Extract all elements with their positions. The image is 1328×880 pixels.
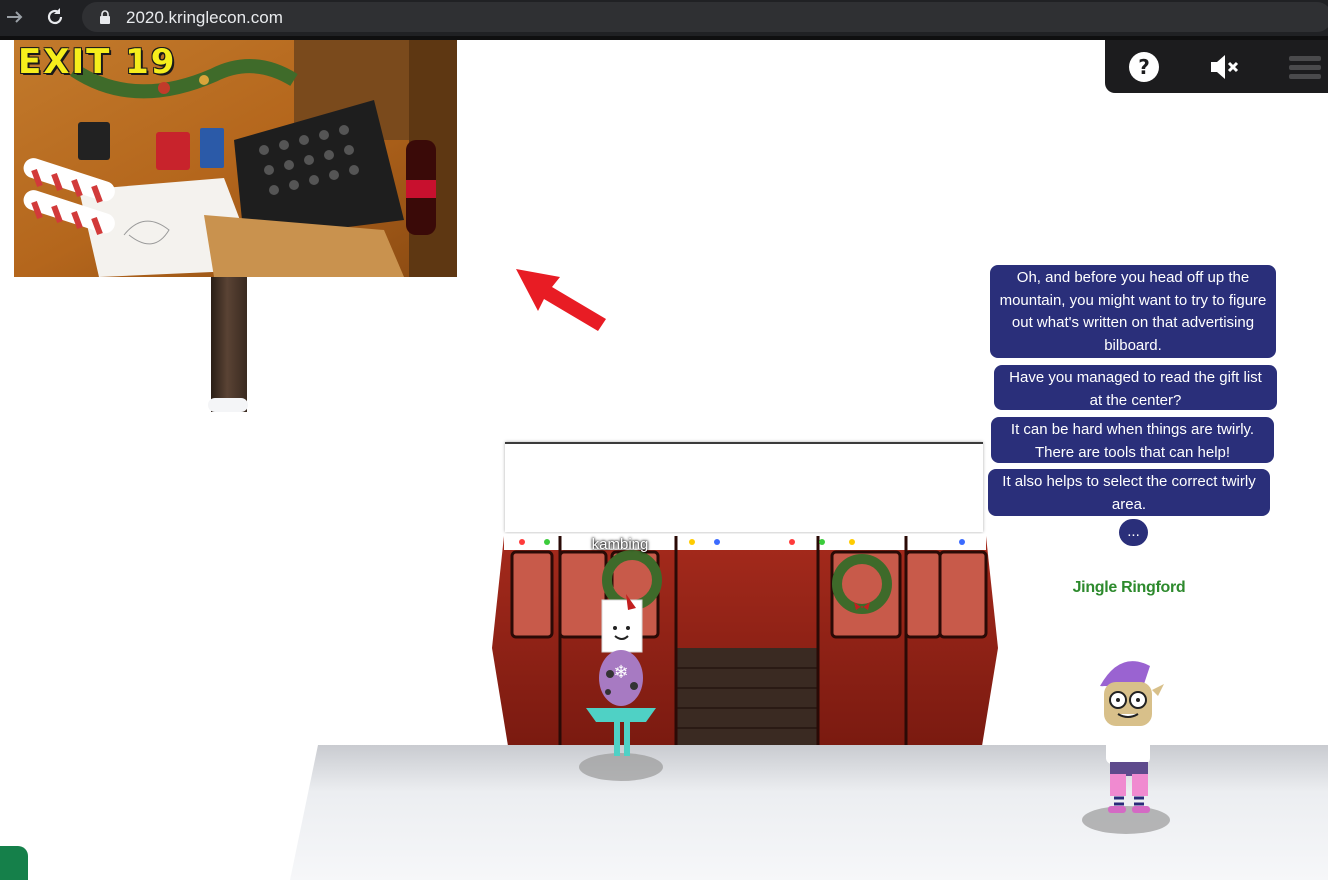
- url-text: 2020.kringlecon.com: [126, 8, 283, 27]
- player-name: kambing: [591, 536, 649, 553]
- speaker-mute-icon[interactable]: [1207, 50, 1241, 84]
- billboard-title: EXIT 19: [18, 42, 177, 82]
- arrow-right-icon[interactable]: [4, 6, 26, 28]
- dialog-message: Have you managed to read the gift list a…: [992, 363, 1279, 412]
- game-controls: ?: [1105, 40, 1328, 93]
- player-avatar[interactable]: ❄: [578, 590, 664, 782]
- browser-toolbar: 2020.kringlecon.com: [0, 0, 1328, 36]
- question-circle-icon[interactable]: ?: [1127, 50, 1161, 84]
- dialog-message: It can be hard when things are twirly. T…: [989, 415, 1276, 465]
- billboard-post: [211, 270, 247, 412]
- npc-name: Jingle Ringford: [1072, 579, 1186, 596]
- red-arrow-icon: [516, 269, 606, 331]
- gondola[interactable]: [492, 528, 998, 746]
- gondola-roof: [505, 442, 983, 532]
- dialog-message: Oh, and before you head off up the mount…: [988, 263, 1278, 360]
- snow-patch: [208, 398, 248, 412]
- dialog-more-button[interactable]: ...: [1119, 519, 1148, 546]
- lock-icon: [100, 10, 110, 24]
- green-object: [0, 846, 28, 880]
- address-bar[interactable]: 2020.kringlecon.com: [82, 2, 1328, 32]
- snow-ground: [290, 745, 1328, 880]
- svg-text:?: ?: [1138, 55, 1150, 79]
- svg-text:❄: ❄: [613, 662, 628, 682]
- dialog-message: It also helps to select the correct twir…: [986, 467, 1272, 518]
- reload-icon[interactable]: [44, 6, 66, 28]
- hamburger-menu-icon[interactable]: [1287, 50, 1321, 84]
- npc-avatar[interactable]: [1080, 656, 1172, 834]
- billboard[interactable]: EXIT 19: [14, 40, 457, 277]
